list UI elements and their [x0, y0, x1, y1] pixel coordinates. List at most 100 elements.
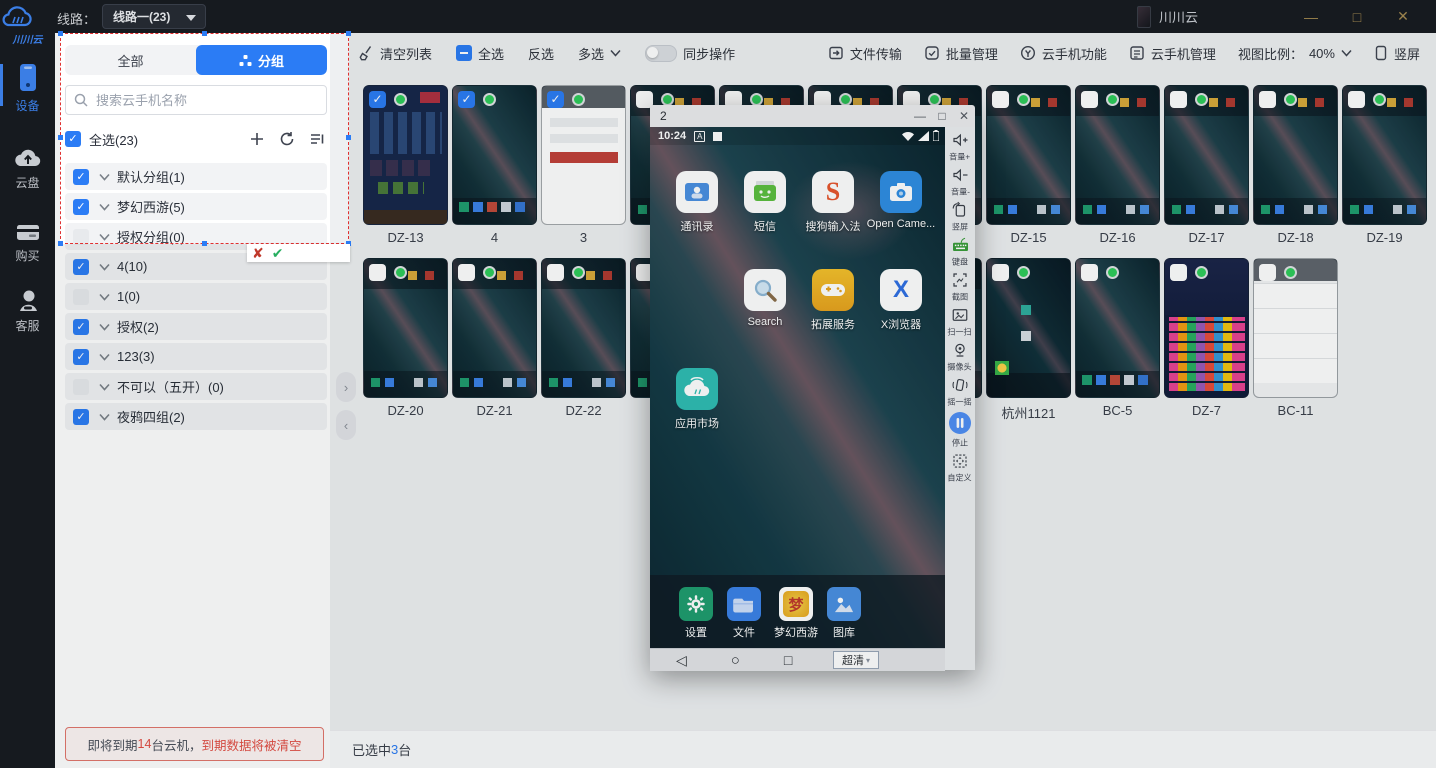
refresh-icon[interactable] [279, 131, 295, 147]
group-row[interactable]: 123(3) [65, 343, 327, 370]
group-checkbox[interactable] [73, 259, 89, 275]
dock-mhxy[interactable]: 梦 梦幻西游 [774, 587, 818, 640]
device-card[interactable]: DZ-19 [1342, 85, 1427, 249]
device-checkbox[interactable] [547, 91, 564, 108]
device-card[interactable]: BC-5 [1075, 258, 1160, 422]
file-transfer-button[interactable]: 文件传输 [828, 44, 902, 63]
custom-button[interactable]: 自定义 [946, 452, 973, 484]
device-checkbox[interactable] [458, 91, 475, 108]
view-scale-control[interactable]: 视图比例： 40% [1238, 44, 1352, 63]
device-checkbox[interactable] [1081, 91, 1098, 108]
app-messages[interactable]: 短信 [731, 171, 799, 234]
phone-window-titlebar[interactable]: 2 — □ ✕ [650, 105, 975, 127]
volume-down-button[interactable]: 音量- [950, 166, 971, 198]
device-screen[interactable] [363, 258, 448, 398]
chevron-down-icon[interactable] [99, 173, 110, 181]
device-screen[interactable] [1253, 85, 1338, 225]
group-row[interactable]: 1(0) [65, 283, 327, 310]
device-screen[interactable] [1075, 258, 1160, 398]
device-card[interactable]: DZ-18 [1253, 85, 1338, 249]
device-card[interactable]: DZ-20 [363, 258, 448, 422]
portrait-mode-button[interactable]: 竖屏 [1374, 44, 1420, 63]
device-screen[interactable] [1164, 258, 1249, 398]
batch-manage-button[interactable]: 批量管理 [924, 44, 998, 63]
tab-all[interactable]: 全部 [65, 45, 196, 75]
scan-button[interactable]: 扫一扫 [946, 306, 973, 338]
app-x-browser[interactable]: X X浏览器 [867, 269, 935, 332]
device-checkbox[interactable] [547, 264, 564, 281]
device-checkbox[interactable] [992, 91, 1009, 108]
device-card[interactable]: DZ-22 [541, 258, 626, 422]
dock-settings[interactable]: 设置 [679, 587, 713, 640]
device-card[interactable]: 4 [452, 85, 537, 249]
chevron-down-icon[interactable] [99, 293, 110, 301]
device-card[interactable]: BC-11 [1253, 258, 1338, 422]
group-checkbox[interactable] [73, 199, 89, 215]
screenshot-button[interactable]: 截图 [951, 271, 969, 303]
panel-collapse-handle[interactable]: ‹ [336, 410, 356, 440]
minimize-button[interactable]: — [1288, 0, 1334, 33]
device-screen[interactable] [1342, 85, 1427, 225]
sidebar-item-service[interactable]: 客服 [0, 288, 55, 334]
select-all-toggle[interactable]: 全选 [456, 44, 504, 63]
collapse-list-icon[interactable] [309, 131, 325, 147]
tab-groups[interactable]: 分组 [196, 45, 327, 75]
invert-select-button[interactable]: 反选 [528, 44, 554, 63]
app-search[interactable]: Search [731, 269, 799, 332]
device-checkbox[interactable] [458, 264, 475, 281]
device-screen[interactable] [986, 85, 1071, 225]
shake-button[interactable]: 摇一摇 [946, 376, 973, 408]
phone-preview-window[interactable]: 2 — □ ✕ 10:24 A [650, 105, 975, 670]
group-checkbox[interactable] [73, 379, 89, 395]
select-all-checkbox[interactable] [65, 131, 81, 147]
device-screen[interactable] [541, 85, 626, 225]
indeterminate-checkbox[interactable] [456, 45, 472, 61]
device-screen[interactable] [541, 258, 626, 398]
chevron-down-icon[interactable] [99, 413, 110, 421]
app-sogou-input[interactable]: S 搜狗输入法 [799, 171, 867, 234]
group-checkbox[interactable] [73, 289, 89, 305]
device-card[interactable]: DZ-21 [452, 258, 537, 422]
quality-selector[interactable]: 超清 ▾ [833, 651, 879, 669]
device-screen[interactable] [363, 85, 448, 225]
device-checkbox[interactable] [1170, 264, 1187, 281]
device-card[interactable]: DZ-16 [1075, 85, 1160, 249]
toggle-off-icon[interactable] [645, 45, 677, 62]
device-checkbox[interactable] [1170, 91, 1187, 108]
device-screen[interactable] [452, 85, 537, 225]
phone-screen[interactable]: 10:24 A [650, 127, 945, 648]
device-card[interactable]: DZ-15 [986, 85, 1071, 249]
rotate-screen-button[interactable]: 竖屏 [951, 201, 969, 233]
device-screen[interactable] [986, 258, 1071, 398]
group-row[interactable]: 梦幻西游(5) [65, 193, 327, 220]
app-open-camera[interactable]: Open Came... [867, 171, 935, 234]
group-row[interactable]: 不可以（五开）(0) [65, 373, 327, 400]
sync-operation-toggle[interactable]: 同步操作 [645, 44, 735, 63]
device-card[interactable]: 3 [541, 85, 626, 249]
group-checkbox[interactable] [73, 169, 89, 185]
device-checkbox[interactable] [992, 264, 1009, 281]
device-screen[interactable] [1075, 85, 1160, 225]
phone-close-button[interactable]: ✕ [953, 105, 975, 127]
multi-select-button[interactable]: 多选 [578, 44, 621, 63]
chevron-down-icon[interactable] [99, 323, 110, 331]
add-group-icon[interactable] [249, 131, 265, 147]
maximize-button[interactable]: □ [1334, 0, 1380, 33]
chevron-down-icon[interactable] [99, 233, 110, 241]
device-card[interactable]: DZ-7 [1164, 258, 1249, 422]
sidebar-item-buy[interactable]: 购买 [0, 220, 55, 264]
device-card[interactable]: 杭州1121 [986, 258, 1071, 422]
device-checkbox[interactable] [1348, 91, 1365, 108]
device-card[interactable]: DZ-17 [1164, 85, 1249, 249]
home-icon[interactable]: ○ [731, 652, 740, 669]
group-checkbox[interactable] [73, 409, 89, 425]
line-select-dropdown[interactable]: 线路一(23) [102, 4, 206, 29]
phone-functions-button[interactable]: 云手机功能 [1020, 44, 1107, 63]
device-checkbox[interactable] [1259, 91, 1276, 108]
close-button[interactable]: ✕ [1380, 0, 1426, 33]
device-checkbox[interactable] [1081, 264, 1098, 281]
search-box[interactable] [65, 85, 327, 115]
group-checkbox[interactable] [73, 229, 89, 245]
device-checkbox[interactable] [369, 264, 386, 281]
chevron-down-icon[interactable] [99, 203, 110, 211]
